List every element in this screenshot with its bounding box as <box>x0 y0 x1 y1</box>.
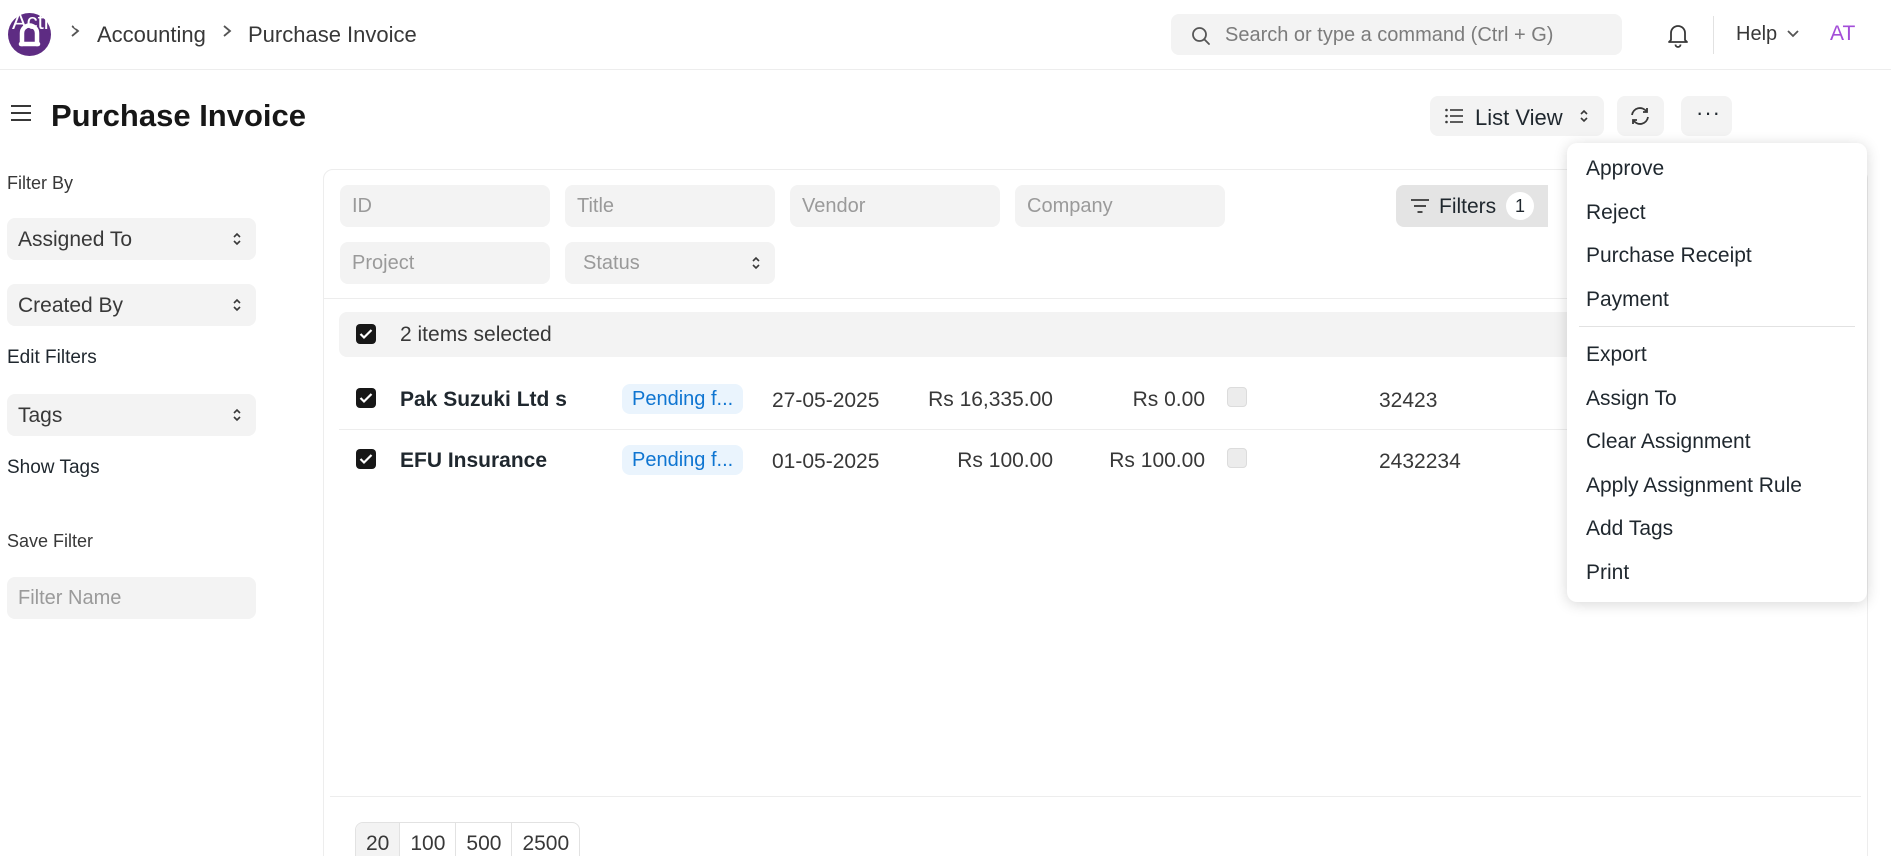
row-title-link[interactable]: EFU Insurance <box>400 449 547 473</box>
actions-label: Actions <box>12 9 85 34</box>
help-label: Help <box>1736 23 1778 45</box>
tags-label: Tags <box>18 404 63 427</box>
checkmark-icon <box>359 393 373 404</box>
search-icon <box>1192 27 1210 45</box>
row-title-link[interactable]: Pak Suzuki Ltd s <box>400 388 567 412</box>
bell-icon[interactable] <box>1666 22 1690 48</box>
actions-dropdown-menu: Approve Reject Purchase Receipt Payment … <box>1567 143 1867 602</box>
sort-caret-icon <box>1580 109 1588 123</box>
menu-divider <box>1579 326 1855 327</box>
menu-item-export[interactable]: Export <box>1586 343 1647 367</box>
refresh-icon <box>1631 107 1649 125</box>
menu-item-purchase-receipt[interactable]: Purchase Receipt <box>1586 244 1752 268</box>
id-placeholder: ID <box>352 195 372 217</box>
title-filter-input[interactable]: Title <box>565 185 775 227</box>
search-input[interactable]: Search or type a command (Ctrl + G) <box>1171 14 1622 55</box>
show-tags-link[interactable]: Show Tags <box>7 457 100 479</box>
menu-item-apply-assignment-rule[interactable]: Apply Assignment Rule <box>1586 474 1802 498</box>
help-dropdown[interactable]: Help <box>1736 23 1799 46</box>
tags-select[interactable]: Tags <box>7 394 256 436</box>
sort-caret-icon <box>99 13 107 27</box>
menu-item-clear-assignment[interactable]: Clear Assignment <box>1586 430 1751 454</box>
status-badge: Pending f... <box>622 384 744 414</box>
menu-item-add-tags[interactable]: Add Tags <box>1586 517 1673 541</box>
page-size-option[interactable]: 500 <box>456 823 513 856</box>
company-filter-input[interactable]: Company <box>1015 185 1225 227</box>
menu-item-print[interactable]: Print <box>1586 561 1629 585</box>
row-grand-total: Rs 100.00 <box>957 449 1053 472</box>
refresh-button[interactable] <box>1617 96 1664 136</box>
filters-label: Filters <box>1439 195 1497 218</box>
avatar[interactable]: AT <box>1830 22 1855 46</box>
checkmark-icon <box>359 329 373 340</box>
filters-count-badge: 1 <box>1506 192 1534 220</box>
filter-by-label: Filter By <box>7 173 74 193</box>
edit-filters-link[interactable]: Edit Filters <box>7 347 97 369</box>
row-outstanding: Rs 100.00 <box>1109 449 1205 472</box>
row-reference: 2432234 <box>1379 450 1461 473</box>
filters-button[interactable]: Filters 1 <box>1396 185 1548 227</box>
breadcrumb-accounting[interactable]: Accounting <box>97 22 206 48</box>
page-size-option[interactable]: 2500 <box>512 823 579 856</box>
list-view-button[interactable]: List View <box>1430 96 1604 136</box>
project-placeholder: Project <box>352 252 415 274</box>
chevron-down-icon <box>1787 30 1799 38</box>
row-checkbox[interactable] <box>356 388 376 408</box>
status-filter-select[interactable]: Status <box>565 242 775 284</box>
checkmark-icon <box>359 454 373 465</box>
menu-item-approve[interactable]: Approve <box>1586 157 1664 181</box>
company-placeholder: Company <box>1027 195 1113 217</box>
filter-name-placeholder: Filter Name <box>18 587 122 609</box>
row-grand-total: Rs 16,335.00 <box>928 388 1053 411</box>
chevron-right-icon <box>223 25 232 37</box>
menu-item-payment[interactable]: Payment <box>1586 288 1669 312</box>
sort-caret-icon <box>752 256 760 270</box>
sort-caret-icon <box>233 408 241 422</box>
row-reference: 32423 <box>1379 389 1438 412</box>
search-placeholder: Search or type a command (Ctrl + G) <box>1225 24 1554 46</box>
assigned-to-select[interactable]: Assigned To <box>7 218 256 260</box>
list-icon <box>1445 108 1463 124</box>
filter-icon <box>1411 199 1429 213</box>
row-date: 27-05-2025 <box>772 389 880 412</box>
status-placeholder: Status <box>583 252 640 274</box>
title-placeholder: Title <box>577 195 615 217</box>
top-navbar: Accounting Purchase Invoice Search or ty… <box>0 0 1891 70</box>
select-all-checkbox[interactable] <box>356 324 376 344</box>
page-size-option[interactable]: 100 <box>400 823 457 856</box>
hamburger-menu-icon[interactable] <box>10 104 32 122</box>
list-view-label: List View <box>1475 105 1563 130</box>
breadcrumb-purchase-invoice[interactable]: Purchase Invoice <box>248 22 417 48</box>
page-size-selector: 20 100 500 2500 <box>355 822 581 856</box>
vendor-placeholder: Vendor <box>802 195 866 217</box>
assigned-to-label: Assigned To <box>18 228 133 251</box>
footer-divider <box>330 796 1861 797</box>
save-filter-label: Save Filter <box>7 531 94 551</box>
row-flag-checkbox <box>1227 387 1247 407</box>
id-filter-input[interactable]: ID <box>340 185 550 227</box>
page-size-option[interactable]: 20 <box>356 823 401 856</box>
more-options-button[interactable]: ··· <box>1681 96 1732 136</box>
menu-item-assign-to[interactable]: Assign To <box>1586 387 1677 411</box>
row-date: 01-05-2025 <box>772 450 880 473</box>
project-filter-input[interactable]: Project <box>340 242 550 284</box>
row-outstanding: Rs 0.00 <box>1132 388 1205 411</box>
selection-count-text: 2 items selected <box>400 323 552 346</box>
created-by-label: Created By <box>18 294 124 317</box>
vendor-filter-input[interactable]: Vendor <box>790 185 1000 227</box>
more-label: ··· <box>1696 100 1721 125</box>
menu-item-reject[interactable]: Reject <box>1586 201 1646 225</box>
row-checkbox[interactable] <box>356 449 376 469</box>
created-by-select[interactable]: Created By <box>7 284 256 326</box>
sort-caret-icon <box>233 232 241 246</box>
sort-caret-icon <box>233 298 241 312</box>
status-badge: Pending f... <box>622 445 744 475</box>
filter-name-input[interactable]: Filter Name <box>7 577 256 619</box>
page-title: Purchase Invoice <box>51 98 307 133</box>
navbar-divider <box>1713 16 1714 54</box>
row-flag-checkbox <box>1227 448 1247 468</box>
